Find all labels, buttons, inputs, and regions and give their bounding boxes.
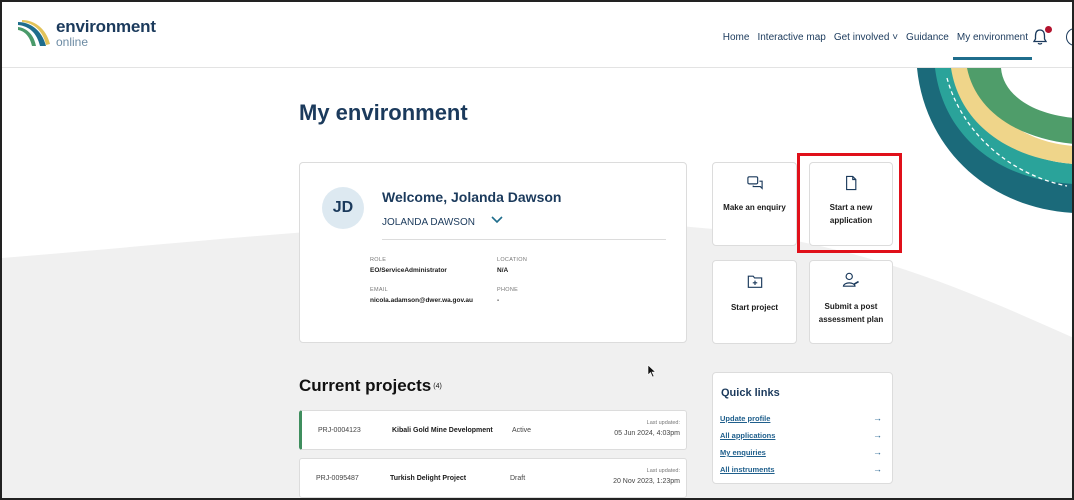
project-id: PRJ-0095487 [316,475,359,482]
last-updated-label: Last updated: [646,420,680,426]
nav-guidance[interactable]: Guidance [906,32,949,43]
start-project-button[interactable]: Start project [712,260,797,344]
avatar: JD [322,187,364,229]
arrow-right-icon[interactable]: → [873,464,882,474]
welcome-greeting: Welcome, Jolanda Dawson [382,189,562,205]
make-enquiry-label: Make an enquiry [723,203,786,212]
divider [382,239,666,240]
main-nav: Home Interactive map Get involved ˅ Guid… [715,32,1033,60]
arrow-right-icon[interactable]: → [873,413,882,423]
user-plan-icon [842,272,859,287]
notification-dot [1045,26,1052,33]
arrow-right-icon[interactable]: → [873,430,882,440]
page-title: My environment [299,100,468,125]
help-icon[interactable] [1066,28,1072,46]
nav-home[interactable]: Home [723,32,750,43]
app-frame: environment online Home Interactive map … [0,0,1074,500]
project-status: Active [512,427,532,434]
logo-leaf-icon [18,20,50,46]
logo-title: environment [56,17,156,36]
location-value: N/A [497,267,509,274]
arrow-right-icon[interactable]: → [873,447,882,457]
top-header: environment online Home Interactive map … [2,2,1072,68]
project-status: Draft [510,475,526,482]
make-enquiry-button[interactable]: Make an enquiry [712,162,797,246]
quick-links-card: Quick links Update profile → All applica… [712,372,893,484]
table-row[interactable]: PRJ-0004123 Kibali Gold Mine Development… [299,410,687,450]
mouse-cursor-icon [647,364,657,378]
nav-get-involved[interactable]: Get involved ˅ [834,32,898,43]
quick-links-title: Quick links [721,387,780,399]
phone-value: - [497,297,500,304]
logo-subtitle: online [56,35,89,49]
highlight-annotation [797,153,902,253]
project-name: Turkish Delight Project [390,475,467,482]
phone-label: PHONE [497,287,519,293]
email-label: EMAIL [370,287,389,293]
project-id: PRJ-0004123 [318,427,361,434]
site-logo[interactable]: environment online [16,18,156,48]
table-row[interactable]: PRJ-0095487 Turkish Delight Project Draf… [299,458,687,498]
quick-link-all-applications[interactable]: All applications [720,431,775,440]
quick-link-my-enquiries[interactable]: My enquiries [720,448,766,457]
chat-icon [746,176,763,190]
welcome-card: JD Welcome, Jolanda Dawson JOLANDA DAWSO… [299,162,687,343]
current-projects-heading: Current projects (4) [299,376,442,396]
last-updated-date: 05 Jun 2024, 4:03pm [614,430,680,437]
project-name: Kibali Gold Mine Development [392,427,493,434]
submit-post-assessment-plan-button[interactable]: Submit a post assessment plan [809,260,893,344]
role-label: ROLE [370,257,387,263]
role-value: EO/ServiceAdministrator [370,267,447,274]
chevron-down-icon[interactable] [490,215,504,225]
projects-count-badge: (4) [433,383,442,391]
submit-post-assessment-plan-label: Submit a post assessment plan [818,302,884,324]
nav-interactive-map[interactable]: Interactive map [757,32,825,43]
add-folder-icon [747,275,762,288]
current-projects-title: Current projects [299,376,432,395]
start-project-label: Start project [730,303,779,312]
quick-link-all-instruments[interactable]: All instruments [720,465,775,474]
last-updated-label: Last updated: [646,468,680,474]
decorative-arcs [917,68,1072,213]
quick-link-update-profile[interactable]: Update profile [720,414,770,423]
nav-my-environment[interactable]: My environment [952,32,1033,60]
last-updated-date: 20 Nov 2023, 1:23pm [613,478,680,485]
username-label: JOLANDA DAWSON [382,217,475,228]
email-value: nicola.adamson@dwer.wa.gov.au [370,297,474,304]
location-label: LOCATION [497,257,528,263]
